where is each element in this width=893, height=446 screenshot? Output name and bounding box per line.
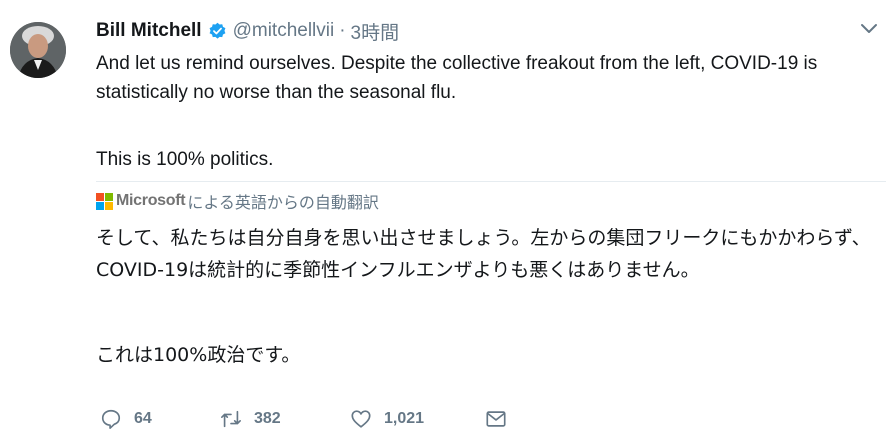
reply-count: 64 bbox=[134, 410, 152, 427]
direct-message-button[interactable] bbox=[485, 408, 519, 430]
retweet-button[interactable]: 382 bbox=[220, 408, 350, 430]
translation-brand[interactable]: Microsoft bbox=[116, 192, 186, 210]
chevron-down-icon[interactable] bbox=[859, 22, 879, 36]
translated-text-paragraph: これは100%政治です。 bbox=[96, 344, 301, 366]
timestamp[interactable]: 3時間 bbox=[351, 18, 400, 45]
translation-label: による英語からの自動翻訳 bbox=[187, 195, 379, 212]
verified-badge-icon bbox=[208, 22, 227, 41]
reply-icon bbox=[101, 409, 121, 429]
tweet-actions: 64 382 1,021 bbox=[100, 404, 519, 434]
separator-dot: · bbox=[339, 20, 346, 41]
direct-message-icon bbox=[486, 411, 506, 427]
microsoft-logo-icon bbox=[96, 192, 113, 210]
author-name[interactable]: Bill Mitchell bbox=[96, 20, 202, 42]
like-count: 1,021 bbox=[384, 410, 425, 427]
divider bbox=[96, 181, 886, 182]
retweet-count: 382 bbox=[254, 410, 281, 427]
translated-text-paragraph: そして、私たちは自分自身を思い出させましょう。左からの集団フリークにもかかわらず… bbox=[96, 227, 871, 281]
author-handle[interactable]: @mitchellvii bbox=[233, 20, 335, 42]
tweet-text-paragraph: And let us remind ourselves. Despite the… bbox=[96, 53, 818, 103]
translation-attribution: Microsoft による英語からの自動翻訳 bbox=[96, 190, 379, 212]
avatar[interactable] bbox=[10, 22, 66, 78]
tweet-text-paragraph: This is 100% politics. bbox=[96, 149, 274, 170]
like-button[interactable]: 1,021 bbox=[350, 408, 485, 430]
reply-button[interactable]: 64 bbox=[100, 408, 220, 430]
like-icon bbox=[351, 410, 371, 428]
retweet-icon bbox=[221, 410, 241, 428]
tweet-header: Bill Mitchell @mitchellvii · 3時間 bbox=[96, 18, 873, 44]
